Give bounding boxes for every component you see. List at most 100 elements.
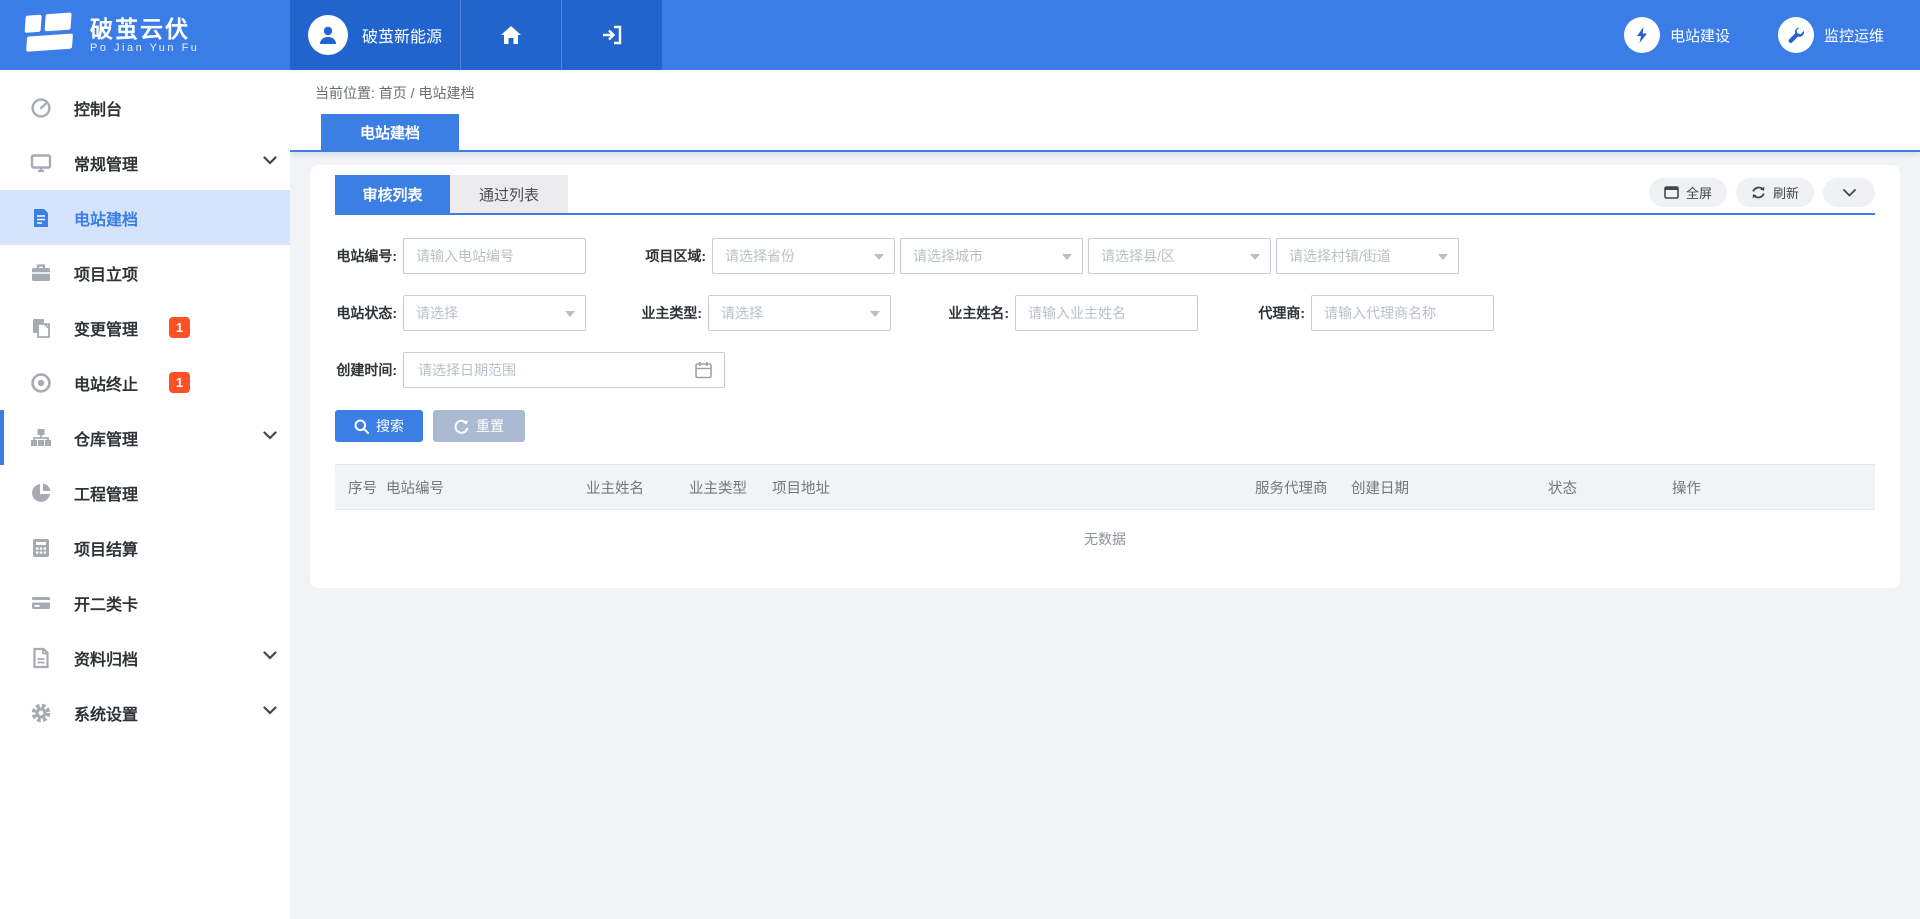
sidebar-item-system-settings[interactable]: 系统设置 [0, 685, 290, 740]
fullscreen-icon [1664, 186, 1679, 199]
sidebar-item-general-mgmt[interactable]: 常规管理 [0, 135, 290, 190]
brand-logo-icon [25, 12, 78, 57]
create-time-label: 创建时间: [335, 360, 403, 380]
refresh-icon [1751, 185, 1766, 200]
filter-panel: 审核列表 通过列表 全屏 刷新 电站编号: [310, 165, 1900, 588]
col-service-agent: 服务代理商 [1255, 477, 1351, 498]
station-status-select[interactable]: 请选择 [403, 295, 586, 331]
chevron-down-icon [263, 156, 277, 165]
panel-toolbar: 全屏 刷新 [1649, 178, 1875, 207]
tab-passed-list[interactable]: 通过列表 [450, 175, 568, 213]
breadcrumb: 当前位置: 首页 / 电站建档 [315, 83, 474, 103]
caret-down-icon [870, 311, 880, 317]
copy-icon [30, 317, 52, 339]
chevron-down-icon [263, 431, 277, 440]
dashboard-icon [30, 97, 52, 119]
col-owner-name: 业主姓名 [586, 477, 689, 498]
sidebar-item-change-mgmt[interactable]: 变更管理 1 [0, 300, 290, 355]
main-content: 当前位置: 首页 / 电站建档 电站建档 审核列表 通过列表 全屏 刷新 [290, 70, 1920, 919]
refresh-button[interactable]: 刷新 [1736, 178, 1814, 207]
agent-label: 代理商: [1243, 303, 1311, 323]
avatar[interactable] [308, 15, 348, 55]
briefcase-icon [30, 262, 52, 284]
sidebar-item-project-settlement[interactable]: 项目结算 [0, 520, 290, 575]
chevron-down-icon [263, 706, 277, 715]
list-tabs: 审核列表 通过列表 [335, 175, 568, 213]
logout-icon [601, 25, 623, 45]
breadcrumb-prefix: 当前位置: [315, 85, 375, 101]
search-button[interactable]: 搜索 [335, 410, 423, 442]
home-button[interactable] [461, 0, 561, 70]
col-station-no: 电站编号 [386, 477, 586, 498]
pie-icon [30, 482, 52, 504]
fullscreen-button[interactable]: 全屏 [1649, 178, 1727, 207]
caret-down-icon [874, 254, 884, 260]
user-info[interactable]: 破茧新能源 [290, 0, 460, 70]
lightning-icon [1633, 26, 1651, 44]
badge-count: 1 [169, 317, 190, 338]
sidebar-item-data-archive[interactable]: 资料归档 [0, 630, 290, 685]
record-icon [30, 372, 52, 394]
org-name: 破茧新能源 [362, 23, 442, 47]
gear-icon [30, 702, 52, 724]
station-no-input[interactable] [403, 238, 586, 274]
brand-text: 破茧云伏 Po Jian Yun Fu [90, 16, 199, 54]
caret-down-icon [1062, 254, 1072, 260]
sidebar-item-station-filing[interactable]: 电站建档 [0, 190, 290, 245]
sidebar-item-engineering-mgmt[interactable]: 工程管理 [0, 465, 290, 520]
table-header: 序号 电站编号 业主姓名 业主类型 项目地址 服务代理商 创建日期 状态 操作 [335, 464, 1875, 510]
sitemap-icon [30, 427, 52, 449]
topbar: 当前位置: 首页 / 电站建档 电站建档 [290, 70, 1920, 150]
filter-row-3: 创建时间: 请选择日期范围 [335, 352, 1875, 388]
logout-button[interactable] [562, 0, 662, 70]
owner-name-label: 业主姓名: [933, 303, 1015, 323]
calculator-icon [30, 537, 52, 559]
col-index: 序号 [348, 477, 386, 498]
col-actions: 操作 [1672, 477, 1875, 498]
wrench-icon [1787, 26, 1805, 44]
filters: 电站编号: 项目区域: 请选择省份 请选择城市 请选择县/区 请选择村镇/街道 … [335, 215, 1875, 388]
mode-monitor-ops[interactable]: 监控运维 [1778, 17, 1884, 53]
action-buttons: 搜索 重置 [335, 410, 1875, 442]
chevron-down-icon [263, 651, 277, 660]
owner-name-input[interactable] [1015, 295, 1198, 331]
agent-input[interactable] [1311, 295, 1494, 331]
sidebar-item-open-class2-card[interactable]: 开二类卡 [0, 575, 290, 630]
col-status: 状态 [1548, 477, 1672, 498]
owner-type-select[interactable]: 请选择 [708, 295, 891, 331]
date-range-picker[interactable]: 请选择日期范围 [403, 352, 725, 388]
caret-down-icon [1438, 254, 1448, 260]
mode-label: 监控运维 [1824, 25, 1884, 46]
county-select[interactable]: 请选择县/区 [1088, 238, 1271, 274]
collapse-button[interactable] [1823, 178, 1875, 207]
town-select[interactable]: 请选择村镇/街道 [1276, 238, 1459, 274]
sidebar-item-console[interactable]: 控制台 [0, 80, 290, 135]
province-select[interactable]: 请选择省份 [712, 238, 895, 274]
empty-state: 无数据 [335, 510, 1875, 568]
chevron-down-icon [1843, 189, 1856, 197]
city-select[interactable]: 请选择城市 [900, 238, 1083, 274]
col-create-date: 创建日期 [1351, 477, 1548, 498]
col-project-address: 项目地址 [772, 477, 1255, 498]
card-icon [30, 592, 52, 614]
col-owner-type: 业主类型 [689, 477, 772, 498]
filter-row-2: 电站状态: 请选择 业主类型: 请选择 业主姓名: 代理商: [335, 295, 1875, 331]
document-icon [30, 207, 52, 229]
caret-down-icon [1250, 254, 1260, 260]
search-icon [354, 419, 369, 434]
calendar-icon [695, 361, 712, 379]
brand-subtitle: Po Jian Yun Fu [90, 42, 199, 54]
breadcrumb-path: 首页 / 电站建档 [379, 85, 475, 101]
region-label: 项目区域: [640, 246, 712, 266]
sidebar-item-project-initiation[interactable]: 项目立项 [0, 245, 290, 300]
brand: 破茧云伏 Po Jian Yun Fu [0, 0, 290, 70]
brand-title: 破茧云伏 [90, 16, 199, 42]
mode-station-build[interactable]: 电站建设 [1624, 17, 1730, 53]
badge-count: 1 [169, 372, 190, 393]
station-status-label: 电站状态: [335, 303, 403, 323]
sidebar-item-warehouse-mgmt[interactable]: 仓库管理 [0, 410, 290, 465]
reset-button[interactable]: 重置 [433, 410, 525, 442]
sidebar-item-station-termination[interactable]: 电站终止 1 [0, 355, 290, 410]
page-tab-station-filing[interactable]: 电站建档 [321, 114, 459, 150]
tab-review-list[interactable]: 审核列表 [335, 175, 450, 213]
